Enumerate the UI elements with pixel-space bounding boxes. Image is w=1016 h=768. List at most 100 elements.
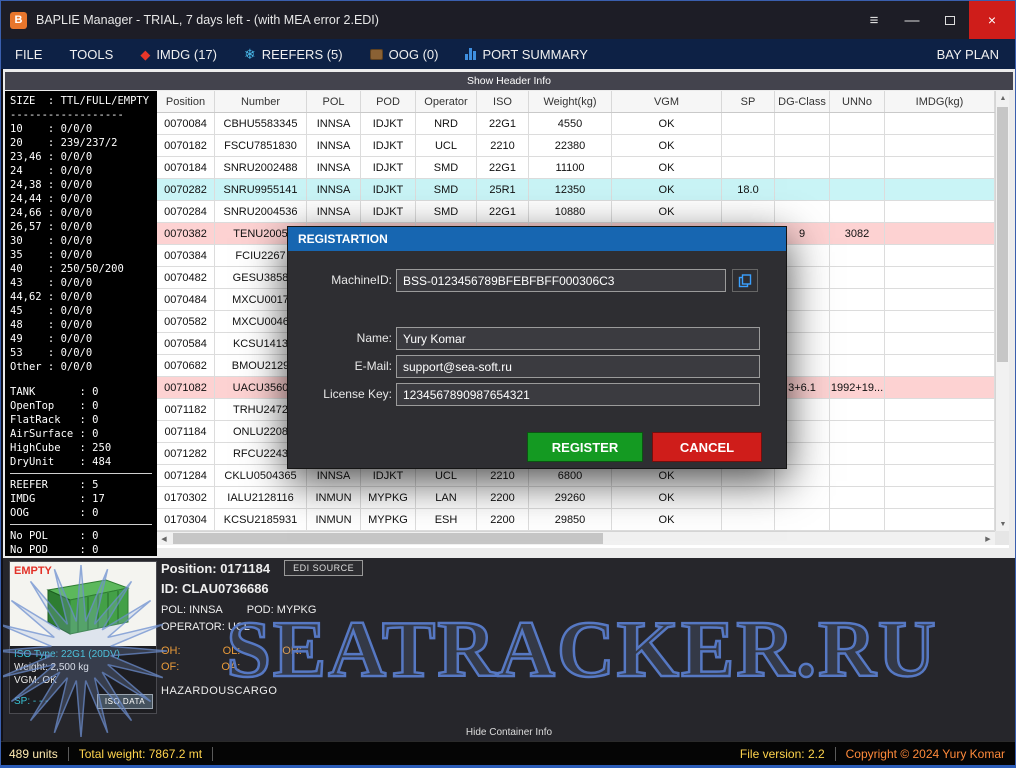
status-separator (835, 747, 836, 761)
table-cell: IDJKT (361, 157, 416, 178)
table-row[interactable]: 0070182FSCU7851830INNSAIDJKTUCL221022380… (157, 135, 995, 157)
vertical-scrollbar[interactable]: ▲ ▼ (995, 91, 1009, 531)
close-button[interactable]: × (969, 1, 1015, 39)
table-cell (830, 333, 885, 354)
column-header[interactable]: Operator (416, 91, 477, 112)
empty-status-label: EMPTY (14, 565, 52, 577)
menu-port-summary[interactable]: PORT SUMMARY (465, 47, 587, 62)
horizontal-scrollbar[interactable]: ◀ ▶ (157, 531, 995, 545)
table-cell: 0070184 (157, 157, 215, 178)
edi-source-button[interactable]: EDI SOURCE (284, 560, 363, 576)
column-header[interactable]: DG-Class (775, 91, 830, 112)
table-cell (885, 245, 995, 266)
menu-imdg[interactable]: ◆ IMDG (17) (140, 47, 217, 62)
column-header[interactable]: Position (157, 91, 215, 112)
table-cell: OK (612, 487, 722, 508)
menu-bay-plan[interactable]: BAY PLAN (937, 47, 999, 62)
column-header[interactable]: ISO (477, 91, 529, 112)
menu-oog[interactable]: OOG (0) (370, 47, 439, 62)
table-cell: 0070484 (157, 289, 215, 310)
table-cell (885, 465, 995, 486)
table-cell (830, 443, 885, 464)
email-input[interactable] (396, 355, 760, 378)
sidebar-stat-line: 48 : 0/0/0 (10, 318, 152, 332)
of-label: OF: (161, 661, 179, 673)
table-cell (775, 135, 830, 156)
table-row[interactable]: 0070284SNRU2004536INNSAIDJKTSMD22G110880… (157, 201, 995, 223)
table-cell (830, 509, 885, 530)
hide-container-info-toggle[interactable]: Hide Container Info (3, 727, 1015, 738)
sidebar-stat-line: 35 : 0/0/0 (10, 248, 152, 262)
copy-machine-id-button[interactable] (732, 269, 758, 292)
table-cell: SNRU9955141 (215, 179, 307, 200)
snowflake-icon: ❄ (244, 47, 256, 61)
minimize-button[interactable]: — (893, 1, 931, 39)
table-cell (830, 201, 885, 222)
table-cell: 0071182 (157, 399, 215, 420)
scroll-down-button[interactable]: ▼ (996, 517, 1010, 531)
scroll-left-button[interactable]: ◀ (157, 532, 171, 546)
column-header[interactable]: Number (215, 91, 307, 112)
sidebar-stat-line: Other : 0/0/0 (10, 360, 152, 374)
column-header[interactable]: POL (307, 91, 361, 112)
column-header[interactable]: POD (361, 91, 416, 112)
table-cell: MYPKG (361, 509, 416, 530)
scroll-right-button[interactable]: ▶ (981, 532, 995, 546)
table-row[interactable]: 0170304KCSU2185931INMUNMYPKGESH220029850… (157, 509, 995, 531)
vertical-scroll-thumb[interactable] (997, 107, 1008, 362)
app-icon: B (10, 12, 27, 29)
menu-reefers[interactable]: ❄ REEFERS (5) (244, 47, 343, 62)
table-cell: 10880 (529, 201, 612, 222)
pol-text: POL: INNSA (161, 604, 223, 616)
sidebar-stat-line: 40 : 250/50/200 (10, 262, 152, 276)
table-row[interactable]: 0170302IALU2128116INMUNMYPKGLAN220029260… (157, 487, 995, 509)
table-cell: INNSA (307, 179, 361, 200)
table-cell (775, 509, 830, 530)
table-row[interactable]: 0070084CBHU5583345INNSAIDJKTNRD22G14550O… (157, 113, 995, 135)
table-cell (830, 113, 885, 134)
register-button[interactable]: REGISTER (527, 432, 643, 462)
position-text: Position: 0171184 (161, 561, 270, 576)
table-cell: OK (612, 179, 722, 200)
table-cell: KCSU2185931 (215, 509, 307, 530)
table-cell: ESH (416, 509, 477, 530)
maximize-button[interactable] (931, 1, 969, 39)
iso-data-button[interactable]: ISO DATA (97, 694, 153, 709)
column-header[interactable]: IMDG(kg) (885, 91, 995, 112)
show-header-info-toggle[interactable]: Show Header Info (5, 72, 1013, 90)
sidebar-stat-line: FlatRack : 0 (10, 413, 152, 427)
table-cell: 29850 (529, 509, 612, 530)
name-input[interactable] (396, 327, 760, 350)
sidebar-stat-line: 43 : 0/0/0 (10, 276, 152, 290)
table-cell (775, 179, 830, 200)
table-cell: OK (612, 509, 722, 530)
table-cell: LAN (416, 487, 477, 508)
table-cell: IDJKT (361, 201, 416, 222)
table-cell: NRD (416, 113, 477, 134)
column-header[interactable]: Weight(kg) (529, 91, 612, 112)
table-row[interactable]: 0070184SNRU2002488INNSAIDJKTSMD22G111100… (157, 157, 995, 179)
column-header[interactable]: VGM (612, 91, 722, 112)
table-cell (830, 179, 885, 200)
license-key-input[interactable] (396, 383, 760, 406)
table-row[interactable]: 0070282SNRU9955141INNSAIDJKTSMD25R112350… (157, 179, 995, 201)
column-header[interactable]: UNNo (830, 91, 885, 112)
sidebar-stat-line: AirSurface : 0 (10, 427, 152, 441)
machine-id-input[interactable] (396, 269, 726, 292)
scroll-up-button[interactable]: ▲ (996, 91, 1010, 105)
total-weight-text: Total weight: 7867.2 mt (79, 747, 202, 761)
horizontal-scroll-thumb[interactable] (173, 533, 603, 544)
table-cell: 4550 (529, 113, 612, 134)
column-header[interactable]: SP (722, 91, 775, 112)
menu-port-summary-label: PORT SUMMARY (482, 47, 587, 62)
or-label: OR: (282, 645, 302, 657)
title-bar[interactable]: B BAPLIE Manager - TRIAL, 7 days left - … (1, 1, 1015, 39)
cancel-button[interactable]: CANCEL (652, 432, 762, 462)
menu-file[interactable]: FILE (15, 47, 42, 62)
table-cell (885, 289, 995, 310)
menu-tools[interactable]: TOOLS (69, 47, 113, 62)
status-separator (68, 747, 69, 761)
license-key-label: License Key: (290, 387, 392, 401)
dialog-title-bar[interactable]: REGISTARTION (288, 227, 786, 251)
hamburger-menu-button[interactable]: ≡ (855, 1, 893, 39)
